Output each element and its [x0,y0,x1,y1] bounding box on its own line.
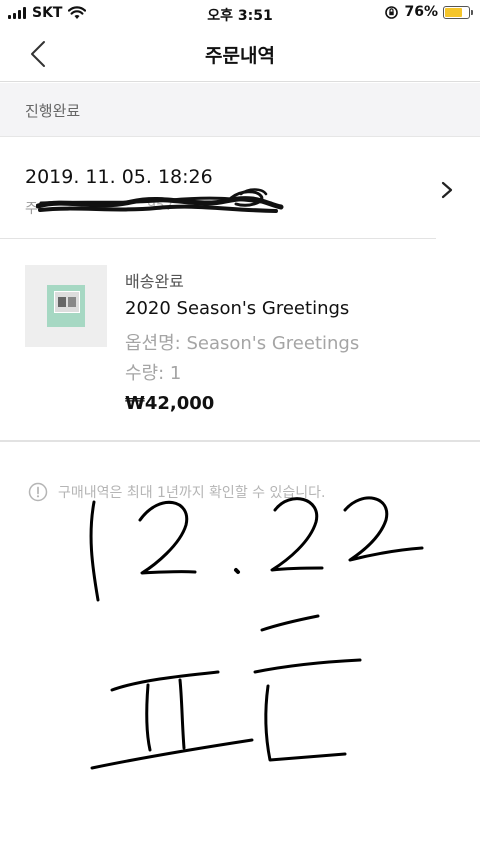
product-item[interactable]: 배송완료 2020 Season's Greetings 옵션명: Season… [0,240,480,440]
product-name: 2020 Season's Greetings [125,298,350,319]
page-title: 주문내역 [205,45,275,67]
section-title: 진행완료 [25,102,81,120]
chevron-right-icon[interactable] [440,180,454,200]
product-photo-image [54,291,80,313]
order-row[interactable]: 2019. 11. 05. 18:26 주 957 [0,138,480,238]
order-date: 2019. 11. 05. 18:26 [25,166,213,188]
divider [0,238,436,239]
handwritten-annotation [89,496,424,770]
orientation-lock-icon [385,5,399,19]
delivery-status: 배송완료 [125,272,184,291]
battery-percent: 76% [404,4,438,20]
navigation-bar: 주문내역 [0,26,480,82]
product-option: 옵션명: Season's Greetings [125,333,360,354]
notice: 구매내역은 최대 1년까지 확인할 수 있습니다. [28,482,325,502]
product-quantity: 수량: 1 [125,363,182,384]
product-thumbnail [25,265,107,347]
battery-icon [443,5,473,19]
status-bar: SKT 오후 3:51 76% [0,0,480,26]
notice-text: 구매내역은 최대 1년까지 확인할 수 있습니다. [58,485,326,501]
section-header: 진행완료 [0,83,480,137]
product-price: ₩42,000 [125,393,215,414]
redaction-scribble [36,188,284,213]
divider [0,440,480,442]
battery-fill [445,7,463,17]
info-icon [28,482,48,502]
status-bar-right: 76% [384,4,473,20]
